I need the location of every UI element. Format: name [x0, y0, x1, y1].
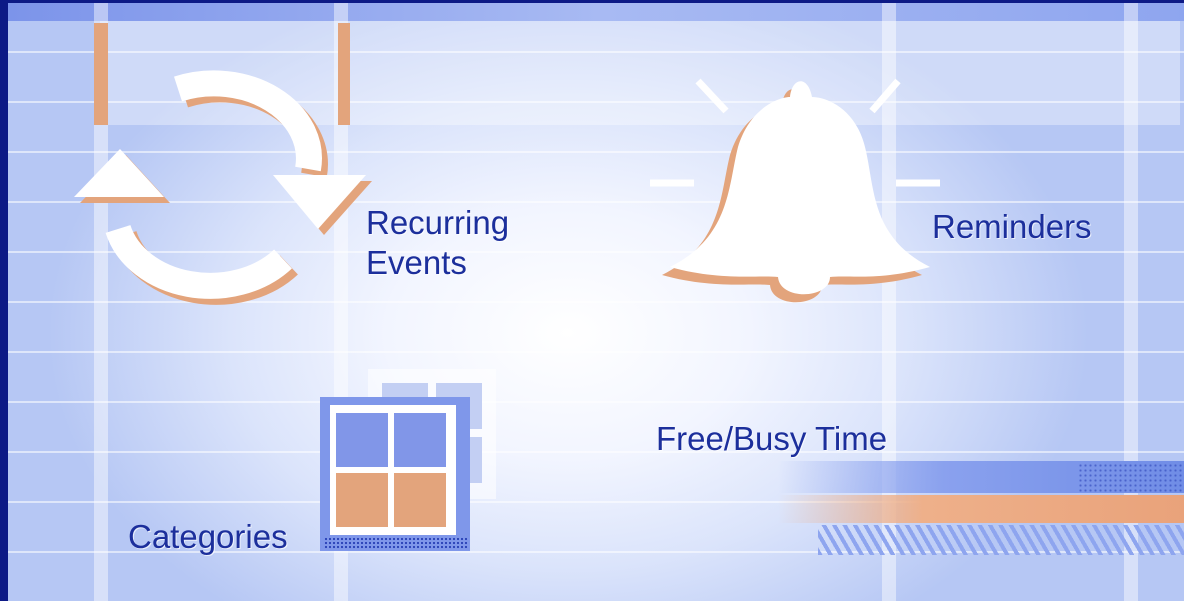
free-time-hatch [818, 525, 1184, 555]
reminders-label: Reminders [932, 208, 1092, 245]
category-cell-peach [394, 473, 446, 527]
category-grid-inner [330, 405, 456, 535]
feature-slide: Recurring Events Reminders Free/Busy Tim… [0, 0, 1184, 601]
free-busy-label: Free/Busy Time [656, 420, 888, 457]
recurring-label-line2: Events [366, 244, 467, 281]
tentative-time-bar [778, 495, 1184, 523]
category-cell-blue [336, 413, 388, 467]
category-grid-icon [320, 397, 470, 551]
categories-label: Categories [128, 518, 288, 555]
category-cell-blue [394, 413, 446, 467]
top-strip [8, 3, 1184, 21]
category-cell-peach [336, 473, 388, 527]
circular-arrows-icon [74, 70, 372, 305]
dot-pattern [324, 537, 468, 549]
dot-pattern [1078, 463, 1184, 493]
bell-icon [650, 78, 940, 303]
recurring-label-line1: Recurring [366, 204, 510, 241]
